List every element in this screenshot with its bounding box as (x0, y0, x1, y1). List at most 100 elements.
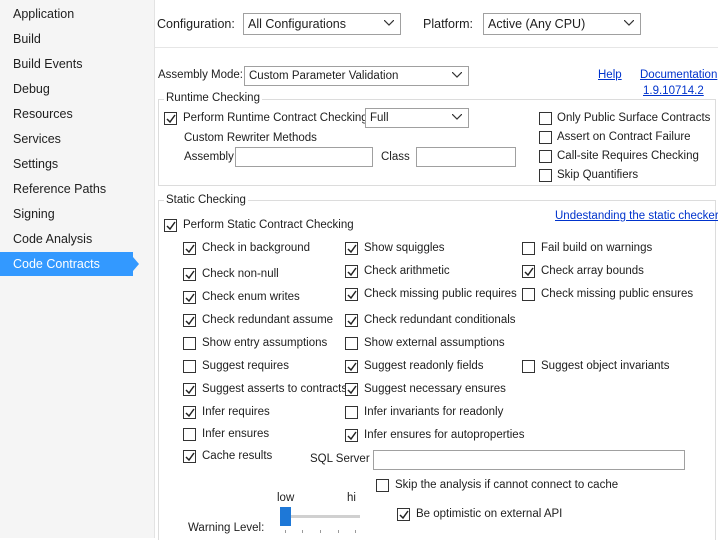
platform-value: Active (Any CPU) (488, 17, 586, 31)
suggest-object-invariants-checkbox[interactable] (522, 360, 535, 373)
class-input[interactable] (416, 147, 516, 167)
infer-invariants-for-readonly-checkbox[interactable] (345, 406, 358, 419)
sidebar: Application Build Build Events Debug Resourc… (0, 0, 155, 538)
version-link[interactable]: 1.9.10714.2 (643, 85, 704, 97)
skip-quantifiers-label: Skip Quantifiers (557, 169, 639, 181)
top-separator (155, 47, 718, 48)
check-redundant-conditionals-label: Check redundant conditionals (364, 314, 516, 326)
check-missing-public-requires-checkbox[interactable] (345, 288, 358, 301)
warning-level-track[interactable] (280, 515, 360, 518)
call-site-requires-label: Call-site Requires Checking (557, 150, 699, 162)
show-external-assumptions-label: Show external assumptions (364, 337, 505, 349)
platform-select[interactable]: Active (Any CPU) (483, 13, 641, 35)
only-public-surface-label: Only Public Surface Contracts (557, 112, 711, 124)
sidebar-item-reference-paths[interactable]: Reference Paths (0, 177, 133, 201)
cache-results-label: Cache results (202, 450, 273, 462)
custom-rewriter-label: Custom Rewriter Methods (184, 132, 317, 144)
checkmark-icon (347, 362, 357, 372)
runtime-checking-title: Runtime Checking (164, 92, 262, 104)
assembly-input[interactable] (235, 147, 373, 167)
checkmark-icon (185, 452, 195, 462)
infer-requires-label: Infer requires (202, 406, 270, 418)
infer-ensures-checkbox[interactable] (183, 428, 196, 441)
check-missing-public-ensures-checkbox[interactable] (522, 288, 535, 301)
show-entry-assumptions-checkbox[interactable] (183, 337, 196, 350)
show-squiggles-label: Show squiggles (364, 242, 445, 254)
skip-quantifiers-checkbox[interactable] (539, 169, 552, 182)
sidebar-item-build[interactable]: Build (0, 27, 133, 51)
slider-tick (355, 530, 356, 533)
only-public-surface-checkbox[interactable] (539, 112, 552, 125)
sidebar-item-signing[interactable]: Signing (0, 202, 133, 226)
checkmark-icon (166, 221, 176, 231)
slider-tick (285, 530, 286, 533)
help-link[interactable]: Help (598, 69, 622, 81)
sidebar-item-resources[interactable]: Resources (0, 102, 133, 126)
check-redundant-assume-label: Check redundant assume (202, 314, 334, 326)
class-label: Class (381, 151, 410, 163)
documentation-link[interactable]: Documentation (640, 69, 717, 81)
check-in-background-checkbox[interactable] (183, 242, 196, 255)
sql-server-input[interactable] (373, 450, 685, 470)
runtime-level-select[interactable]: Full (365, 108, 469, 128)
sidebar-item-debug[interactable]: Debug (0, 77, 133, 101)
assembly-mode-select[interactable]: Custom Parameter Validation (244, 66, 469, 86)
assert-on-failure-checkbox[interactable] (539, 131, 552, 144)
perform-static-checkbox[interactable] (164, 219, 177, 232)
infer-ensures-label: Infer ensures (202, 428, 270, 440)
check-enum-writes-checkbox[interactable] (183, 291, 196, 304)
active-item-arrow (133, 257, 139, 271)
sidebar-item-code-analysis[interactable]: Code Analysis (0, 227, 133, 251)
platform-label: Platform: (423, 17, 474, 31)
show-squiggles-checkbox[interactable] (345, 242, 358, 255)
checkmark-icon (399, 510, 409, 520)
slider-high-label: hi (347, 492, 356, 504)
checkmark-icon (347, 244, 357, 254)
check-array-bounds-checkbox[interactable] (522, 265, 535, 278)
suggest-necessary-ensures-checkbox[interactable] (345, 383, 358, 396)
suggest-requires-checkbox[interactable] (183, 360, 196, 373)
check-arithmetic-label: Check arithmetic (364, 265, 450, 277)
configuration-select[interactable]: All Configurations (243, 13, 401, 35)
infer-ensures-for-autoproperties-checkbox[interactable] (345, 429, 358, 442)
configuration-value: All Configurations (248, 17, 346, 31)
assembly-label: Assembly (184, 151, 234, 163)
warning-level-label: Warning Level: (188, 522, 265, 534)
checkmark-icon (347, 267, 357, 277)
assert-on-failure-label: Assert on Contract Failure (557, 131, 691, 143)
sidebar-item-code-contracts[interactable]: Code Contracts (0, 252, 133, 276)
sidebar-item-services[interactable]: Services (0, 127, 133, 151)
show-external-assumptions-checkbox[interactable] (345, 337, 358, 350)
infer-requires-checkbox[interactable] (183, 406, 196, 419)
sidebar-item-build-events[interactable]: Build Events (0, 52, 133, 76)
suggest-object-invariants-label: Suggest object invariants (541, 360, 670, 372)
chevron-down-icon (383, 14, 395, 34)
check-non-null-checkbox[interactable] (183, 268, 196, 281)
suggest-readonly-fields-checkbox[interactable] (345, 360, 358, 373)
check-array-bounds-label: Check array bounds (541, 265, 644, 277)
runtime-level-value: Full (370, 112, 389, 124)
infer-ensures-for-autoproperties-label: Infer ensures for autoproperties (364, 429, 525, 441)
skip-analysis-checkbox[interactable] (376, 479, 389, 492)
optimistic-external-api-checkbox[interactable] (397, 508, 410, 521)
checkmark-icon (347, 290, 357, 300)
slider-tick (338, 530, 339, 533)
understanding-static-checker-link[interactable]: Undestanding the static checker (555, 210, 718, 222)
sidebar-item-application[interactable]: Application (0, 2, 133, 26)
sidebar-item-settings[interactable]: Settings (0, 152, 133, 176)
perform-runtime-checkbox[interactable] (164, 112, 177, 125)
warning-level-slider[interactable] (280, 507, 291, 526)
call-site-requires-checkbox[interactable] (539, 150, 552, 163)
fail-build-on-warnings-checkbox[interactable] (522, 242, 535, 255)
suggest-asserts-to-contracts-checkbox[interactable] (183, 383, 196, 396)
slider-tick (320, 530, 321, 533)
cache-results-checkbox[interactable] (183, 450, 196, 463)
check-redundant-assume-checkbox[interactable] (183, 314, 196, 327)
fail-build-on-warnings-label: Fail build on warnings (541, 242, 653, 254)
chevron-down-icon (623, 14, 635, 34)
chevron-down-icon (451, 67, 463, 85)
check-redundant-conditionals-checkbox[interactable] (345, 314, 358, 327)
check-missing-public-ensures-label: Check missing public ensures (541, 288, 694, 300)
check-arithmetic-checkbox[interactable] (345, 265, 358, 278)
infer-invariants-for-readonly-label: Infer invariants for readonly (364, 406, 504, 418)
